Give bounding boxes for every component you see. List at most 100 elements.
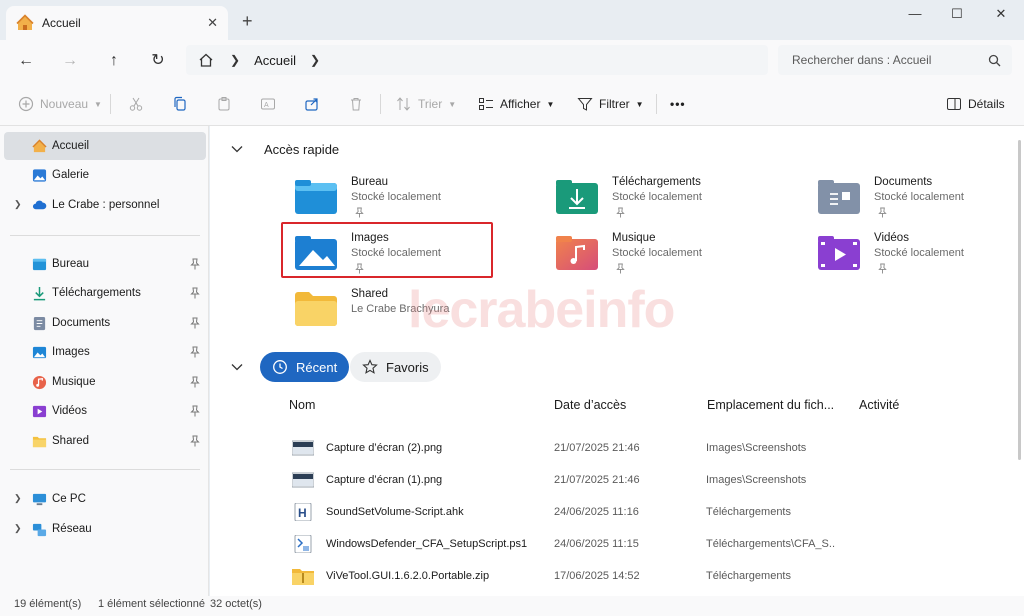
delete-icon[interactable]	[348, 96, 364, 112]
copy-icon[interactable]	[172, 96, 188, 112]
rename-icon[interactable]: A	[260, 96, 276, 112]
pin-icon[interactable]	[190, 435, 200, 447]
quick-access-videos[interactable]: Vidéos Stocké localement	[812, 228, 1024, 278]
more-options-button[interactable]: •••	[670, 94, 686, 114]
quick-access-images[interactable]: Images Stocké localement	[289, 228, 501, 278]
sidebar-item-documents[interactable]: Documents	[4, 309, 206, 337]
clock-icon	[273, 360, 287, 374]
pin-icon[interactable]	[190, 317, 200, 329]
chevron-right-icon[interactable]: ❯	[14, 523, 22, 534]
breadcrumb-accueil[interactable]: Accueil	[254, 53, 296, 68]
tab-title: Accueil	[42, 16, 81, 30]
search-input[interactable]	[778, 45, 1012, 75]
table-row[interactable]: ViVeTool.GUI.1.6.2.0.Portable.zip 17/06/…	[290, 564, 1010, 588]
chevron-down-icon[interactable]	[230, 360, 244, 374]
scrollbar[interactable]	[1018, 140, 1021, 460]
gallery-icon	[32, 168, 47, 182]
sidebar-item-label: Téléchargements	[52, 287, 141, 299]
chevron-right-icon[interactable]: ❯	[14, 199, 22, 210]
file-name: ViVeTool.GUI.1.6.2.0.Portable.zip	[326, 570, 490, 582]
tab-recent[interactable]: Récent	[260, 352, 350, 382]
view-button[interactable]: Afficher ▼	[478, 94, 554, 114]
column-header-name[interactable]: Nom	[289, 398, 315, 412]
chevron-down-icon: ▼	[94, 99, 102, 109]
quick-access-bureau[interactable]: Bureau Stocké localement	[289, 172, 501, 222]
column-header-activity[interactable]: Activité	[859, 398, 899, 412]
file-date: 24/06/2025 11:15	[554, 538, 639, 550]
filter-button[interactable]: Filtrer ▼	[577, 94, 644, 114]
chevron-down-icon[interactable]	[230, 142, 244, 156]
title-bar: Accueil ✕ + — ☐ ✕	[0, 0, 1024, 40]
forward-button[interactable]: →	[60, 51, 80, 71]
quick-access-name: Shared	[351, 288, 389, 300]
view-label: Afficher	[500, 97, 541, 111]
pin-icon[interactable]	[190, 405, 200, 417]
music-folder-icon	[556, 236, 598, 270]
sidebar-item-images[interactable]: Images	[4, 338, 206, 366]
refresh-button[interactable]: ↻	[148, 51, 168, 71]
ahk-file-icon: H	[294, 503, 312, 521]
sidebar-item-ce-pc[interactable]: ❯ Ce PC	[4, 485, 206, 513]
tab-accueil[interactable]: Accueil ✕	[6, 6, 228, 40]
pin-icon[interactable]	[190, 376, 200, 388]
sort-button[interactable]: Trier ▼	[396, 94, 456, 114]
quick-access-musique[interactable]: Musique Stocké localement	[550, 228, 762, 278]
minimize-button[interactable]: —	[904, 6, 926, 24]
sidebar-item-label: Ce PC	[52, 493, 86, 505]
sidebar-item-musique[interactable]: Musique	[4, 368, 206, 396]
file-location: Téléchargements	[706, 570, 791, 582]
sidebar-item-telechargements[interactable]: Téléchargements	[4, 279, 206, 307]
table-row[interactable]: H SoundSetVolume-Script.ahk 24/06/2025 1…	[290, 500, 1010, 524]
close-tab-icon[interactable]: ✕	[207, 15, 218, 31]
sidebar-item-galerie[interactable]: Galerie	[4, 161, 206, 189]
breadcrumb[interactable]: ❯ Accueil ❯	[186, 45, 768, 75]
new-tab-button[interactable]: +	[242, 12, 253, 30]
quick-access-shared[interactable]: Shared Le Crabe Brachyura	[289, 284, 501, 334]
back-button[interactable]: ←	[16, 51, 36, 71]
maximize-button[interactable]: ☐	[946, 6, 968, 24]
details-label: Détails	[968, 97, 1005, 111]
sidebar-item-videos[interactable]: Vidéos	[4, 397, 206, 425]
sidebar-item-onedrive[interactable]: ❯ Le Crabe : personnel	[4, 191, 206, 219]
desktop-folder-icon	[295, 180, 337, 214]
up-button[interactable]: ↑	[104, 51, 124, 71]
share-icon[interactable]	[304, 96, 320, 112]
chevron-right-icon[interactable]: ❯	[310, 53, 320, 67]
svg-text:H: H	[298, 506, 307, 520]
home-outline-icon	[199, 53, 213, 67]
new-button[interactable]: Nouveau ▼	[18, 94, 102, 114]
tab-favorites[interactable]: Favoris	[350, 352, 441, 382]
file-name: SoundSetVolume-Script.ahk	[326, 506, 464, 518]
sidebar-item-accueil[interactable]: Accueil	[4, 132, 206, 160]
pin-icon[interactable]	[190, 346, 200, 358]
tab-favorites-label: Favoris	[386, 359, 429, 375]
sidebar-item-shared[interactable]: Shared	[4, 427, 206, 455]
pin-icon[interactable]	[190, 287, 200, 299]
details-button[interactable]: Détails	[946, 94, 1005, 114]
quick-access-sub: Stocké localement	[874, 247, 964, 259]
chevron-right-icon[interactable]: ❯	[14, 493, 22, 504]
divider	[110, 94, 111, 114]
file-date: 24/06/2025 11:16	[554, 506, 639, 518]
table-row[interactable]: Capture d’écran (2).png 21/07/2025 21:46…	[290, 436, 1010, 460]
column-header-date[interactable]: Date d’accès	[554, 398, 626, 412]
close-window-button[interactable]: ✕	[990, 6, 1012, 24]
table-row[interactable]: WindowsDefender_CFA_SetupScript.ps1 24/0…	[290, 532, 1010, 556]
quick-access-sub: Stocké localement	[351, 247, 441, 259]
quick-access-name: Téléchargements	[612, 176, 701, 188]
divider	[10, 235, 200, 236]
column-header-location[interactable]: Emplacement du fich...	[707, 398, 834, 412]
filter-icon	[577, 98, 593, 111]
image-file-icon	[292, 472, 314, 488]
sidebar-item-bureau[interactable]: Bureau	[4, 250, 206, 278]
table-row[interactable]: Capture d’écran (1).png 21/07/2025 21:46…	[290, 468, 1010, 492]
pin-icon[interactable]	[190, 258, 200, 270]
sidebar-item-reseau[interactable]: ❯ Réseau	[4, 515, 206, 543]
file-location: Téléchargements\CFA_S...	[706, 538, 836, 550]
cloud-icon	[32, 200, 47, 209]
paste-icon[interactable]	[216, 96, 232, 112]
quick-access-documents[interactable]: Documents Stocké localement	[812, 172, 1024, 222]
quick-access-name: Musique	[612, 232, 656, 244]
cut-icon[interactable]	[128, 96, 144, 112]
quick-access-telechargements[interactable]: Téléchargements Stocké localement	[550, 172, 762, 222]
